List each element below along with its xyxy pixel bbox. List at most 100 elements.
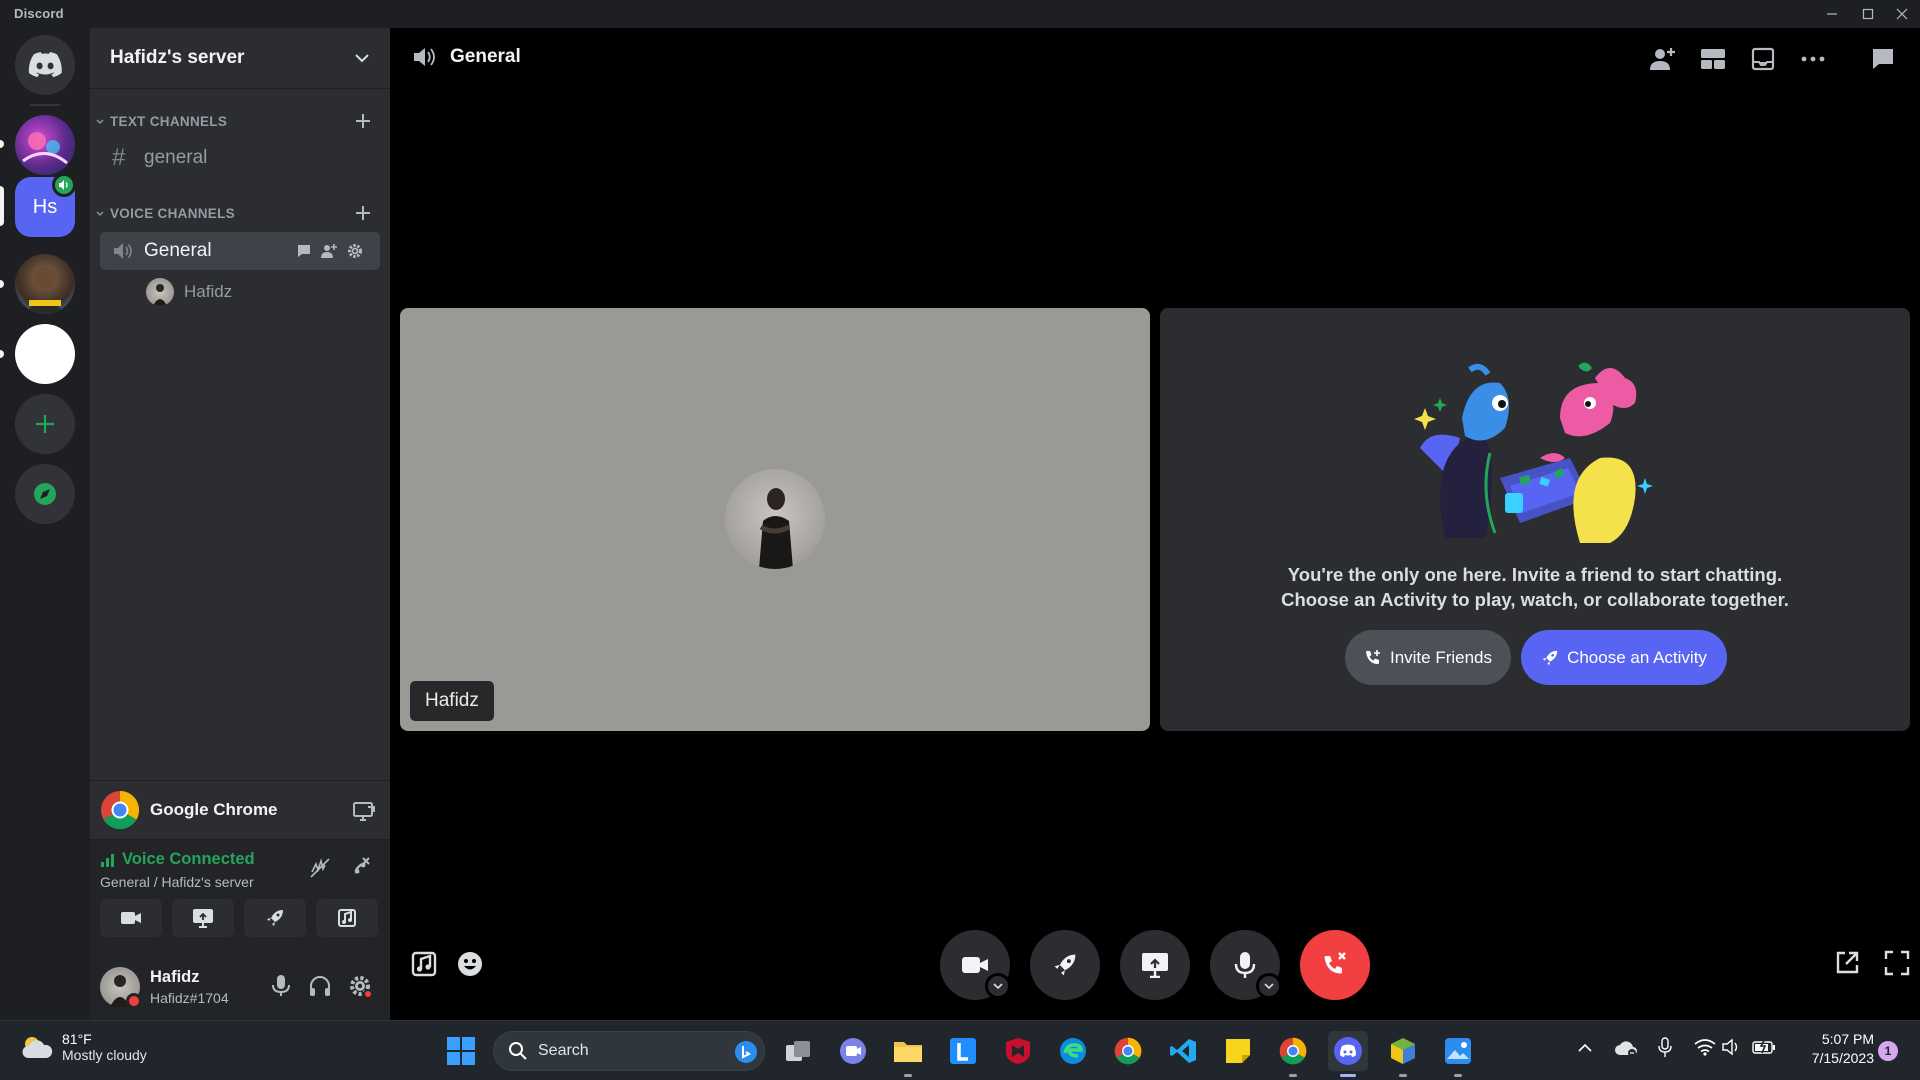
teams-chat-button[interactable] bbox=[833, 1031, 873, 1071]
user-avatar-icon bbox=[153, 284, 167, 306]
channel-title: General bbox=[450, 46, 521, 67]
chevron-down-icon bbox=[993, 983, 1003, 990]
voice-member-hafidz[interactable]: Hafidz bbox=[146, 278, 232, 306]
battery-charging-icon[interactable] bbox=[1752, 1039, 1776, 1055]
microphone-in-use-icon[interactable] bbox=[1658, 1037, 1672, 1059]
bing-icon bbox=[735, 1041, 757, 1063]
more-options-button[interactable] bbox=[1798, 44, 1828, 74]
maximize-icon bbox=[1862, 8, 1874, 20]
microphone-options-button[interactable] bbox=[1256, 973, 1282, 999]
soundboard-button[interactable] bbox=[316, 899, 378, 937]
server-icon-hafidz[interactable]: Hs bbox=[15, 173, 76, 237]
share-screen-button[interactable] bbox=[1120, 930, 1190, 1000]
task-view-button[interactable] bbox=[778, 1031, 818, 1071]
file-explorer-button[interactable] bbox=[888, 1031, 928, 1077]
pop-out-icon bbox=[1836, 951, 1859, 974]
chrome-profile-button[interactable] bbox=[1273, 1031, 1313, 1077]
discord-taskbar-button[interactable] bbox=[1328, 1031, 1368, 1077]
mcafee-button[interactable] bbox=[998, 1031, 1038, 1071]
create-channel-plus-icon[interactable] bbox=[354, 112, 372, 130]
fullscreen-button[interactable] bbox=[1884, 950, 1914, 980]
volume-icon[interactable] bbox=[1722, 1038, 1744, 1056]
chevron-up-icon[interactable] bbox=[1578, 1043, 1592, 1053]
voice-status[interactable]: Voice Connected bbox=[100, 850, 255, 869]
participant-tile[interactable]: Hafidz bbox=[400, 308, 1150, 731]
chrome-button[interactable] bbox=[1108, 1031, 1148, 1071]
app-l-button[interactable] bbox=[943, 1031, 983, 1071]
share-screen-button[interactable] bbox=[172, 899, 234, 937]
home-button[interactable] bbox=[15, 35, 75, 95]
invite-user-icon[interactable] bbox=[320, 242, 338, 260]
camera-options-button[interactable] bbox=[985, 973, 1011, 999]
empty-message-line-1: You're the only one here. Invite a frien… bbox=[1287, 564, 1783, 585]
add-friend-button[interactable] bbox=[1648, 44, 1678, 74]
server-icon-1[interactable] bbox=[15, 115, 75, 175]
chat-button[interactable] bbox=[1868, 44, 1898, 74]
screen-share-icon bbox=[1142, 953, 1168, 978]
disconnect-button[interactable] bbox=[1300, 930, 1370, 1000]
weather-widget[interactable]: 81°F Mostly cloudy bbox=[20, 1031, 147, 1063]
soundboard-icon bbox=[411, 951, 437, 977]
add-server-button[interactable] bbox=[15, 394, 75, 454]
activity-button[interactable] bbox=[244, 899, 306, 937]
search-input[interactable]: Search bbox=[493, 1031, 765, 1071]
emoji-reaction-button[interactable] bbox=[456, 950, 486, 980]
channel-name: General bbox=[144, 240, 212, 261]
disconnect-icon[interactable] bbox=[348, 855, 372, 879]
clock[interactable]: 5:07 PM 7/15/2023 bbox=[1790, 1031, 1874, 1066]
category-text-channels[interactable]: TEXT CHANNELS bbox=[96, 114, 227, 129]
voice-channel-general[interactable]: General bbox=[100, 232, 380, 270]
microphone-icon[interactable] bbox=[270, 974, 292, 998]
minimize-button[interactable] bbox=[1814, 0, 1850, 28]
pop-out-button[interactable] bbox=[1834, 950, 1864, 980]
vscode-button[interactable] bbox=[1163, 1031, 1203, 1071]
activity-button[interactable] bbox=[1030, 930, 1100, 1000]
chrome-icon bbox=[101, 790, 140, 830]
notification-badge[interactable]: 1 bbox=[1878, 1041, 1898, 1061]
signal-icon bbox=[101, 853, 114, 867]
inbox-button[interactable] bbox=[1748, 44, 1778, 74]
soundboard-button[interactable] bbox=[410, 950, 440, 980]
server-avatar-icon bbox=[25, 267, 65, 314]
wifi-icon[interactable] bbox=[1694, 1038, 1716, 1056]
gear-icon[interactable] bbox=[346, 242, 364, 260]
screen-share-icon[interactable] bbox=[352, 801, 376, 823]
server-name: Hafidz's server bbox=[110, 47, 245, 68]
onedrive-icon[interactable] bbox=[1614, 1039, 1638, 1057]
server-header[interactable]: Hafidz's server bbox=[90, 28, 390, 89]
choose-activity-button[interactable]: Choose an Activity bbox=[1521, 630, 1727, 685]
voice-status-subtitle: General / Hafidz's server bbox=[100, 874, 254, 890]
user-settings-button[interactable] bbox=[348, 974, 373, 999]
app-cube-button[interactable] bbox=[1383, 1031, 1423, 1077]
create-channel-plus-icon[interactable] bbox=[354, 204, 372, 222]
fullscreen-icon bbox=[1884, 950, 1910, 976]
search-icon bbox=[509, 1042, 527, 1060]
invite-friends-button[interactable]: Invite Friends bbox=[1345, 630, 1511, 685]
start-button[interactable] bbox=[441, 1031, 481, 1071]
maximize-button[interactable] bbox=[1850, 0, 1886, 28]
headphones-icon[interactable] bbox=[308, 974, 332, 998]
open-chat-icon[interactable] bbox=[296, 243, 312, 259]
close-button[interactable] bbox=[1884, 0, 1920, 28]
explore-servers-button[interactable] bbox=[15, 464, 75, 524]
camera-button[interactable] bbox=[100, 899, 162, 937]
photos-button[interactable] bbox=[1438, 1031, 1478, 1077]
edge-button[interactable] bbox=[1053, 1031, 1093, 1071]
category-voice-channels[interactable]: VOICE CHANNELS bbox=[96, 206, 235, 221]
avatar[interactable] bbox=[100, 967, 142, 1009]
server-icon-4[interactable] bbox=[15, 324, 75, 384]
chrome-icon bbox=[1114, 1037, 1142, 1065]
chat-icon bbox=[840, 1038, 866, 1064]
noise-suppression-icon[interactable] bbox=[308, 856, 332, 880]
dnd-status-icon bbox=[126, 993, 142, 1009]
activity-status-bar: Google Chrome bbox=[90, 780, 390, 840]
discord-logo-icon bbox=[28, 52, 62, 78]
speaker-icon bbox=[414, 48, 435, 66]
layout-button[interactable] bbox=[1698, 44, 1728, 74]
sticky-notes-button[interactable] bbox=[1218, 1031, 1258, 1071]
cloudy-weather-icon bbox=[22, 1037, 53, 1058]
minimize-icon bbox=[1827, 13, 1837, 15]
discord-logo-icon bbox=[1334, 1037, 1362, 1065]
channel-item-general[interactable]: # general bbox=[100, 139, 380, 177]
server-icon-3[interactable] bbox=[15, 254, 75, 314]
